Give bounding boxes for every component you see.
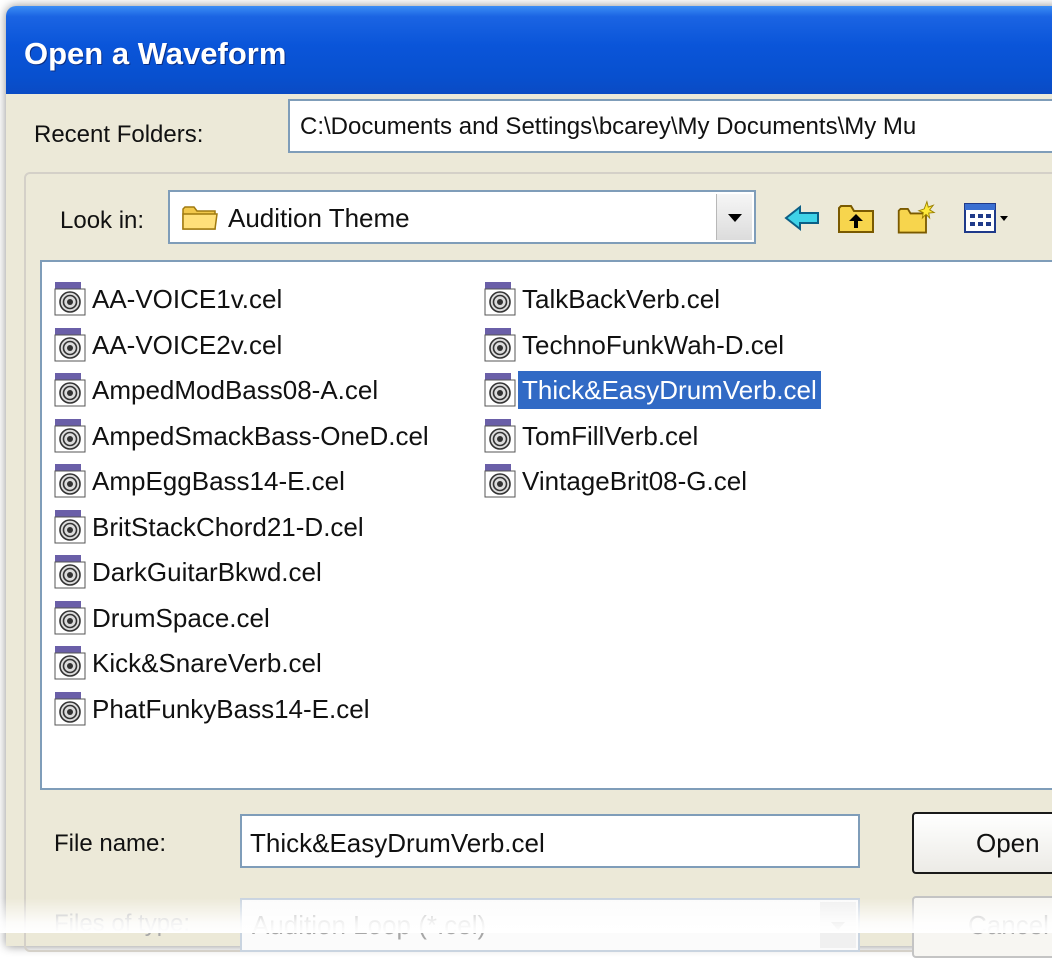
audio-file-icon [52,281,88,317]
file-name-text: Thick&EasyDrumVerb.cel [518,371,821,409]
recent-folders-label: Recent Folders: [34,121,204,148]
open-button[interactable]: Open [912,812,1052,874]
file-list-item[interactable]: PhatFunkyBass14-E.cel [52,690,373,728]
file-name-text: TomFillVerb.cel [522,420,699,451]
audio-file-icon [52,600,88,636]
file-name-text: BritStackChord21-D.cel [92,511,364,542]
file-name-text: PhatFunkyBass14-E.cel [92,693,370,724]
audio-file-icon [482,281,518,317]
audio-file-icon [52,509,88,545]
file-name-text: AmpEggBass14-E.cel [92,466,345,496]
file-list-item[interactable]: TomFillVerb.cel [482,417,702,455]
bottom-fade-overlay [0,898,1052,933]
file-list-item[interactable]: DarkGuitarBkwd.cel [52,553,326,591]
chevron-down-icon [728,214,742,222]
look-in-dropdown-button[interactable] [716,194,752,240]
look-in-label: Look in: [60,207,145,234]
new-folder-icon[interactable] [896,198,936,238]
file-name-text: TalkBackVerb.cel [522,284,720,314]
file-name-label: File name: [54,830,167,857]
audio-file-icon [52,645,88,681]
file-list[interactable]: AA-VOICE1v.cel AA-VOICE2v.cel AmpedModBass… [40,260,1052,790]
audio-file-icon [482,372,518,408]
file-name-text: DrumSpace.cel [92,602,270,633]
file-name-text: VintageBrit08-G.cel [522,466,747,496]
file-list-item[interactable]: DrumSpace.cel [52,599,274,637]
open-button-label: Open [976,828,1040,858]
file-list-item[interactable]: Kick&SnareVerb.cel [52,644,326,682]
up-folder-icon[interactable] [836,198,876,238]
file-name-text: AmpedModBass08-A.cel [92,375,379,405]
file-name-value: Thick&EasyDrumVerb.cel [250,828,545,858]
view-menu-icon[interactable] [962,198,1012,238]
audio-file-icon [482,463,518,499]
audio-file-icon [52,418,88,454]
file-name-input[interactable]: Thick&EasyDrumVerb.cel [240,814,860,868]
audio-file-icon [52,463,88,499]
file-list-item[interactable]: TechnoFunkWah-D.cel [482,326,788,364]
dialog-title: Open a Waveform [24,36,287,71]
file-list-item[interactable]: AmpedSmackBass-OneD.cel [52,417,433,455]
audio-file-icon [52,327,88,363]
file-list-item[interactable]: Thick&EasyDrumVerb.cel [482,371,821,409]
file-list-item[interactable]: AA-VOICE2v.cel [52,326,286,364]
file-name-text: AmpedSmackBass-OneD.cel [92,420,429,451]
file-list-item[interactable]: AmpEggBass14-E.cel [52,462,349,500]
look-in-value: Audition Theme [228,203,410,233]
look-in-combo[interactable]: Audition Theme [168,190,756,244]
audio-file-icon [52,691,88,727]
file-list-item[interactable]: VintageBrit08-G.cel [482,462,751,500]
recent-folders-combo[interactable]: C:\Documents and Settings\bcarey\My Docu… [288,99,1052,153]
file-name-text: AA-VOICE2v.cel [92,329,283,360]
file-list-item[interactable]: BritStackChord21-D.cel [52,508,368,546]
file-name-text: AA-VOICE1v.cel [92,284,283,314]
audio-file-icon [482,327,518,363]
title-bar[interactable]: Open a Waveform [6,6,1052,94]
audio-file-icon [52,554,88,590]
audio-file-icon [482,418,518,454]
back-arrow-icon[interactable] [782,198,822,238]
file-name-text: Kick&SnareVerb.cel [92,648,322,678]
file-list-item[interactable]: AA-VOICE1v.cel [52,280,286,318]
audio-file-icon [52,372,88,408]
file-list-item[interactable]: TalkBackVerb.cel [482,280,724,318]
recent-folders-value: C:\Documents and Settings\bcarey\My Docu… [300,113,917,140]
file-list-item[interactable]: AmpedModBass08-A.cel [52,371,382,409]
folder-icon [182,206,218,230]
file-name-text: DarkGuitarBkwd.cel [92,557,322,587]
file-name-text: TechnoFunkWah-D.cel [522,329,785,360]
